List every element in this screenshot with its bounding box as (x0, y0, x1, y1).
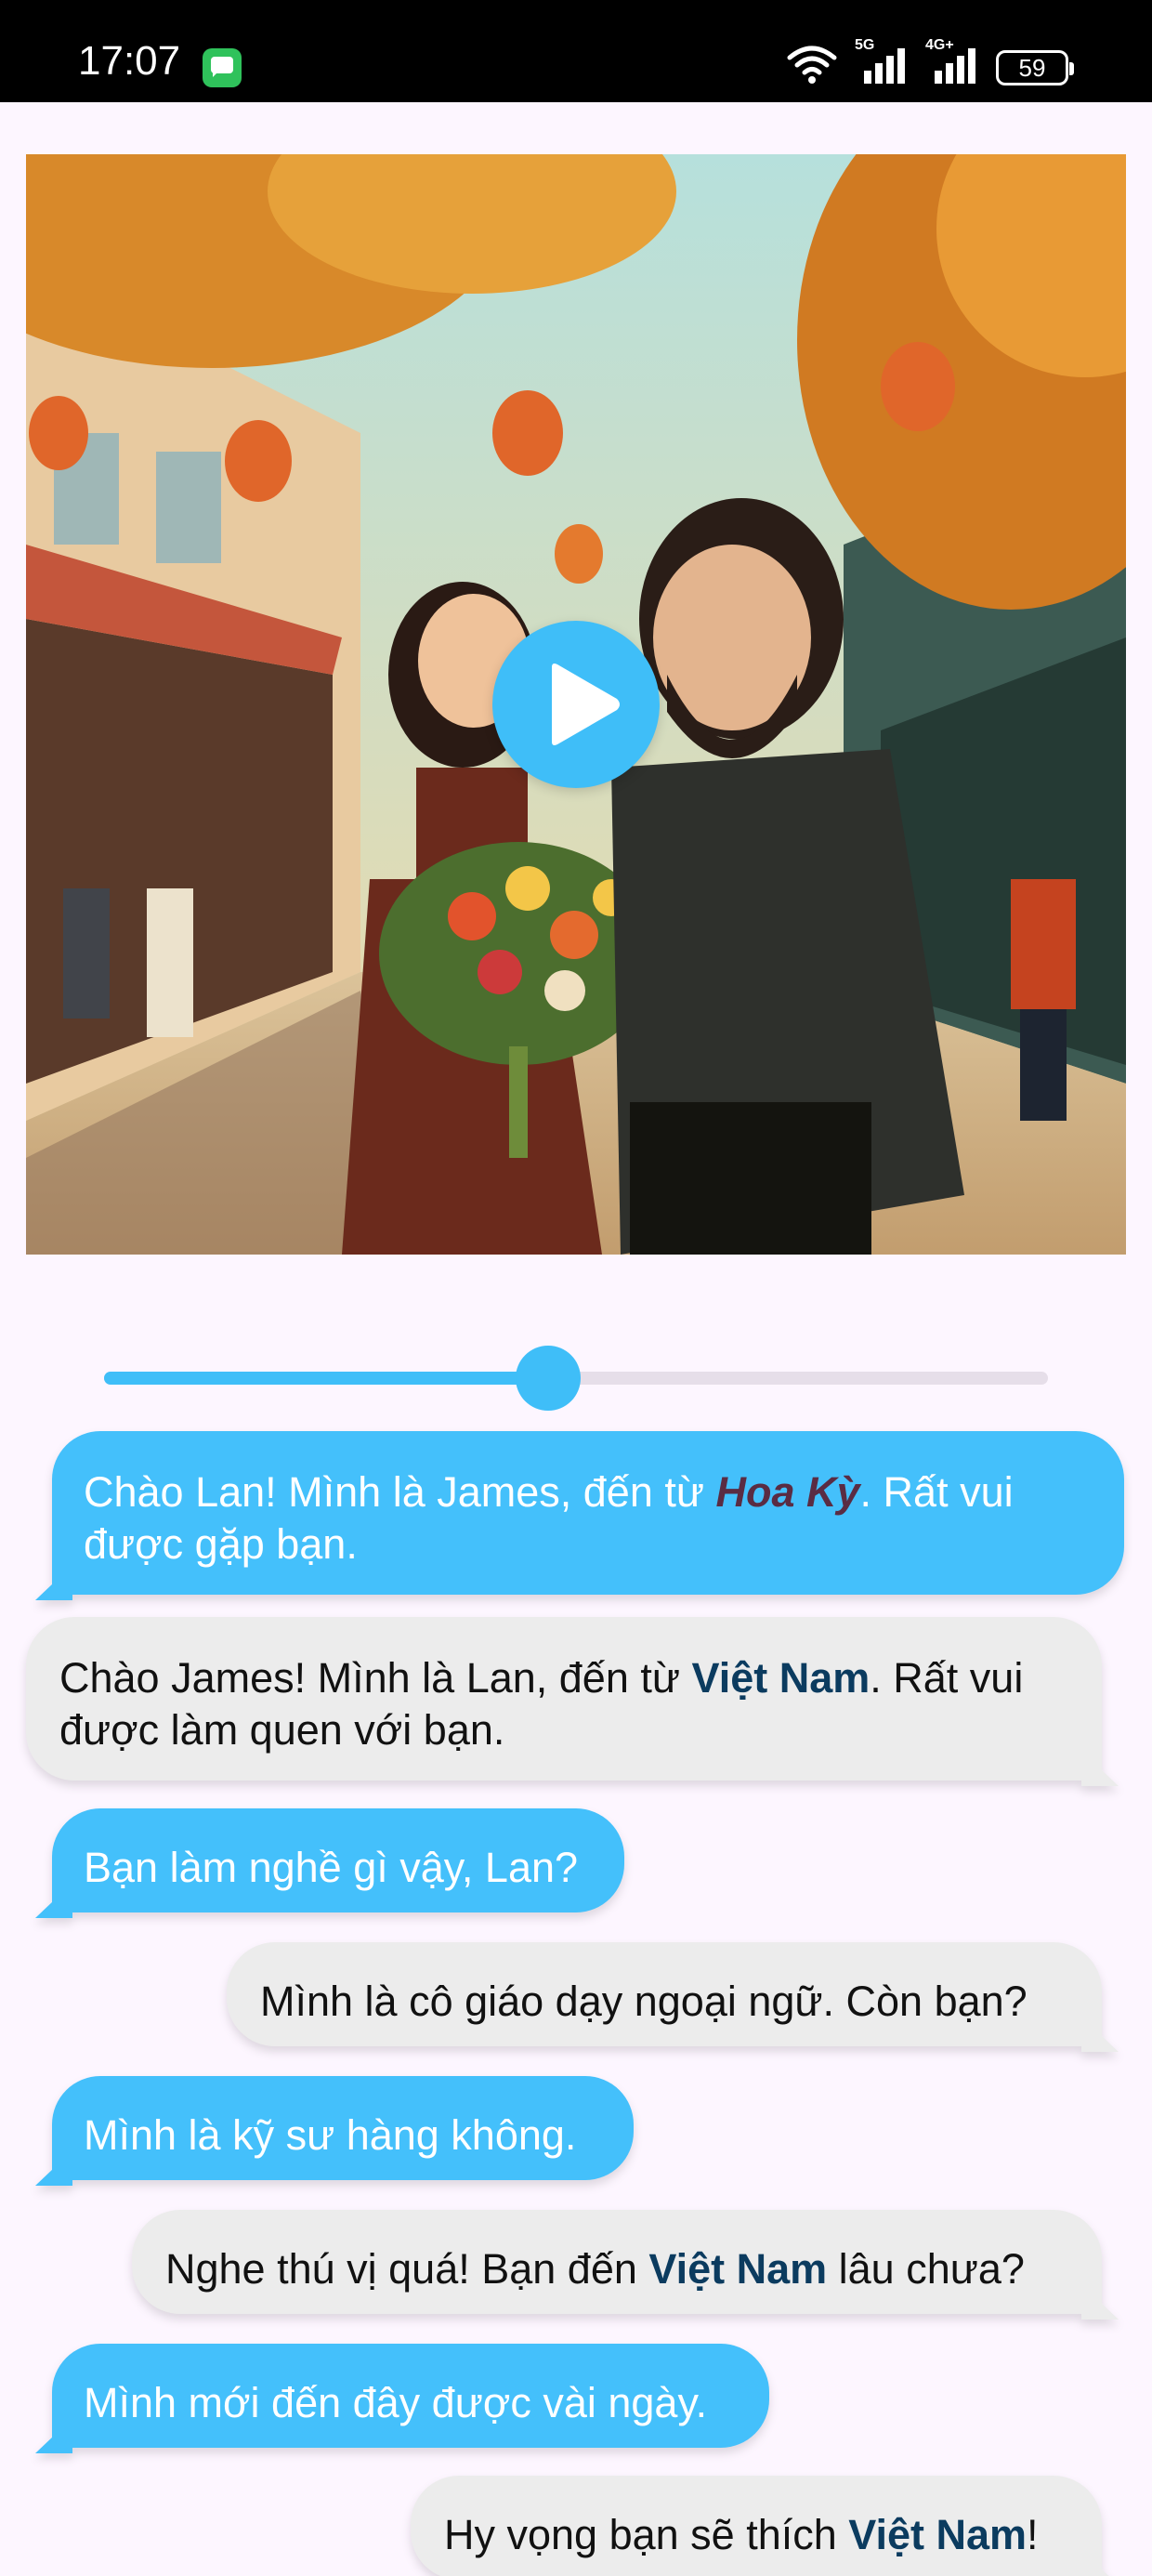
battery-level: 59 (1018, 54, 1046, 82)
slider-progress (104, 1372, 548, 1385)
message-text: Bạn làm nghề gì vậy, Lan? (84, 1844, 579, 1891)
slider-thumb[interactable] (515, 1346, 581, 1411)
message-text: lâu chưa? (827, 2245, 1025, 2293)
wifi-icon (786, 43, 838, 85)
message-text: Mình là kỹ sư hàng không. (84, 2111, 577, 2159)
message-app-icon (203, 48, 242, 87)
signal-5g-icon: 5G (855, 37, 909, 85)
battery-icon: 59 (996, 50, 1074, 85)
message-bubble: Chào Lan! Mình là James, đến từ Hoa Kỳ. … (35, 1431, 1124, 1600)
message-bubble: Nghe thú vị quá! Bạn đến Việt Nam lâu ch… (132, 2210, 1119, 2320)
video-player[interactable] (26, 154, 1126, 1255)
message-bubble: Mình là cô giáo dạy ngoại ngữ. Còn bạn? (227, 1942, 1119, 2052)
message-text: Hy vọng bạn sẽ thích (444, 2511, 849, 2558)
message-bubble: Mình là kỹ sư hàng không. (35, 2076, 634, 2186)
signal-4g-icon: 4G+ (925, 37, 979, 85)
message-bubble: Bạn làm nghề gì vậy, Lan? (35, 1808, 624, 1918)
status-time: 17:07 (78, 38, 181, 84)
play-button[interactable] (492, 621, 660, 788)
message-text: ! (1027, 2511, 1039, 2558)
message-text: Mình mới đến đây được vài ngày. (84, 2379, 708, 2426)
message-text: Chào James! Mình là Lan, đến từ (59, 1654, 692, 1702)
message-text: Mình là cô giáo dạy ngoại ngữ. Còn bạn? (260, 1978, 1028, 2025)
message-bubble: Chào James! Mình là Lan, đến từ Việt Nam… (26, 1617, 1119, 1786)
message-highlight: Việt Nam (691, 1654, 871, 1702)
message-bubble: Mình mới đến đây được vài ngày. (35, 2344, 769, 2453)
message-highlight: Hoa Kỳ (715, 1468, 860, 1516)
status-bar: 17:07 5G 4G+ 59 (0, 0, 1152, 102)
message-text: Nghe thú vị quá! Bạn đến (165, 2245, 649, 2293)
message-highlight: Việt Nam (848, 2511, 1028, 2558)
playback-slider[interactable] (104, 1338, 1048, 1416)
signal-4g-label: 4G+ (925, 37, 954, 53)
message-text: Chào Lan! Mình là James, đến từ (84, 1468, 716, 1516)
signal-5g-label: 5G (855, 37, 875, 53)
message-bubble: Hy vọng bạn sẽ thích Việt Nam! (411, 2476, 1119, 2576)
play-icon (552, 664, 620, 745)
message-highlight: Việt Nam (648, 2245, 828, 2293)
